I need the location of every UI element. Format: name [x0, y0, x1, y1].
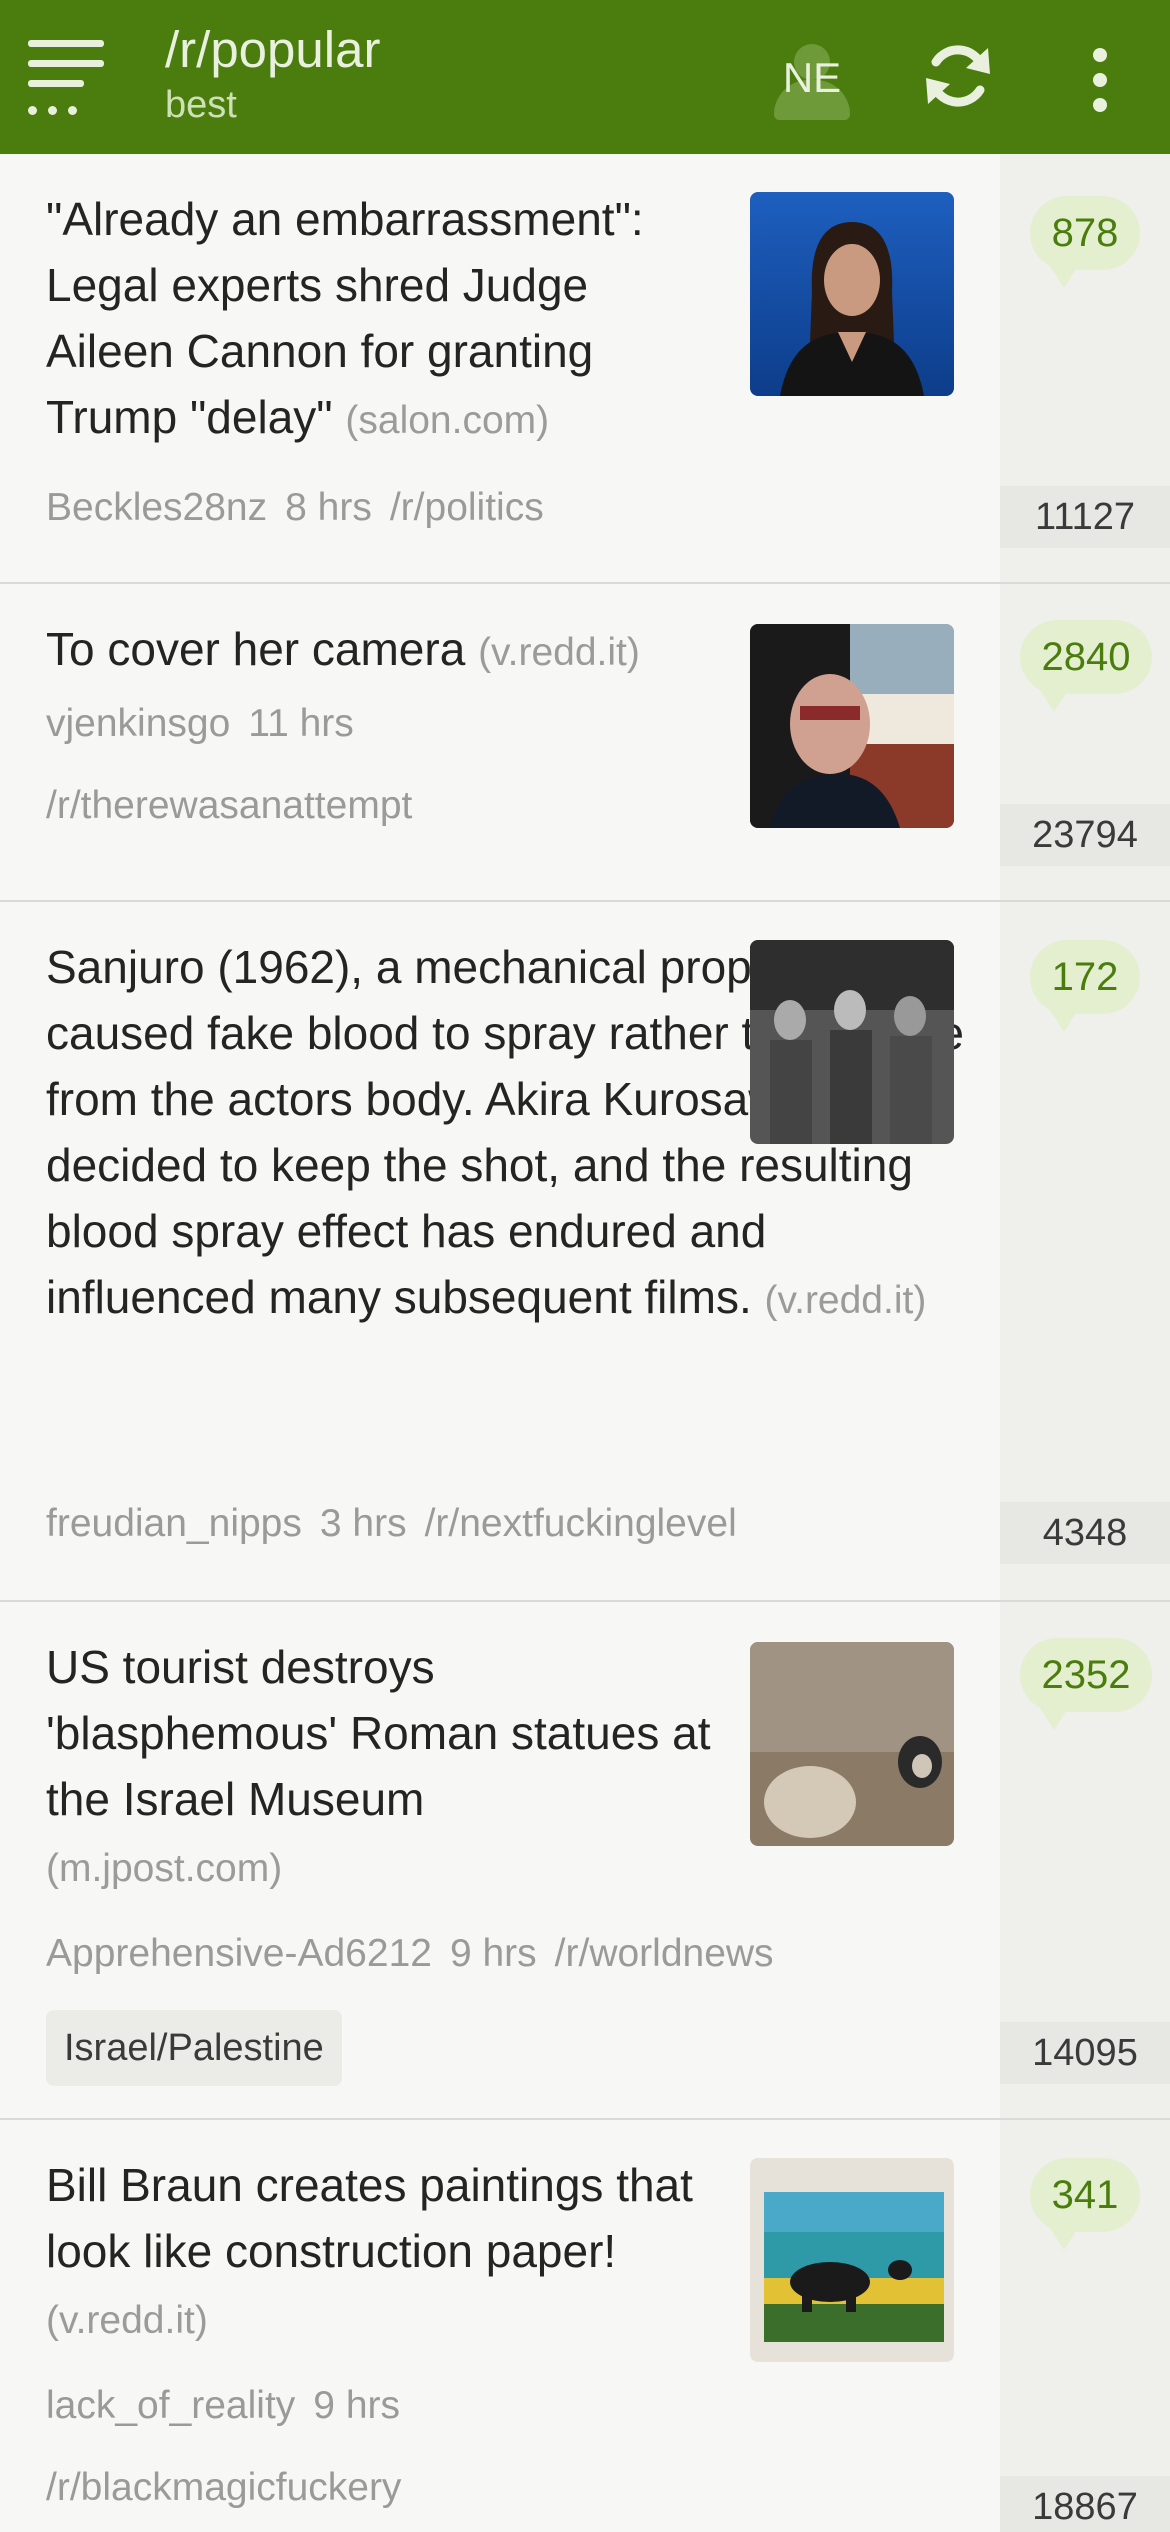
post-age: 3 hrs — [319, 1502, 407, 1545]
page-title: /r/popular — [165, 21, 381, 78]
post-subreddit[interactable]: /r/politics — [390, 486, 544, 529]
post-domain: (salon.com) — [345, 399, 550, 442]
post-title: US tourist destroys 'blasphemous' Roman … — [46, 1641, 711, 1825]
post-subreddit[interactable]: /r/therewasanattempt — [46, 784, 412, 827]
post-title: Bill Braun creates paintings that look l… — [46, 2159, 693, 2277]
post-author[interactable]: lack_of_reality — [46, 2384, 295, 2427]
post-author[interactable]: freudian_nipps — [46, 1502, 302, 1545]
post-feed: "Already an embarrassment": Legal expert… — [0, 154, 1170, 2532]
vote-score[interactable]: 14095 — [1000, 2022, 1170, 2084]
vote-score[interactable]: 4348 — [1000, 1502, 1170, 1564]
comment-count-bubble[interactable]: 878 — [1030, 196, 1140, 288]
subreddit-selector[interactable]: /r/popular best — [165, 18, 380, 128]
post-age: 9 hrs — [313, 2384, 400, 2427]
post-title-block[interactable]: US tourist destroys 'blasphemous' Roman … — [46, 1634, 726, 1902]
post-domain: (v.redd.it) — [46, 2299, 208, 2342]
post-card[interactable]: US tourist destroys 'blasphemous' Roman … — [0, 1602, 1170, 2120]
post-title-block[interactable]: "Already an embarrassment": Legal expert… — [46, 186, 706, 454]
vote-score[interactable]: 23794 — [1000, 804, 1170, 866]
post-title-block[interactable]: Bill Braun creates paintings that look l… — [46, 2152, 706, 2354]
post-subreddit[interactable]: /r/blackmagicfuckery — [46, 2466, 401, 2509]
post-thumbnail[interactable] — [750, 940, 954, 1144]
post-meta: Beckles28nz 8 hrs/r/politics — [46, 486, 562, 530]
refresh-icon[interactable] — [918, 36, 998, 116]
comment-count-bubble[interactable]: 341 — [1030, 2158, 1140, 2250]
more-vert-icon[interactable] — [1080, 40, 1120, 120]
post-age: 11 hrs — [248, 702, 354, 745]
post-thumbnail[interactable] — [750, 2158, 954, 2362]
sort-label: best — [165, 84, 237, 126]
post-card[interactable]: Bill Braun creates paintings that look l… — [0, 2120, 1170, 2532]
post-card[interactable]: Sanjuro (1962), a mechanical prop failur… — [0, 902, 1170, 1602]
post-meta: Apprehensive-Ad6212 9 hrs/r/worldnews — [46, 1932, 792, 1976]
post-title-block[interactable]: To cover her camera (v.redd.it) — [46, 616, 706, 686]
post-title: To cover her camera — [46, 623, 466, 675]
comment-count-bubble[interactable]: 2840 — [1020, 620, 1152, 712]
vote-score[interactable]: 18867 — [1000, 2476, 1170, 2532]
account-label: NE — [782, 54, 842, 101]
post-age: 8 hrs — [285, 486, 372, 529]
account-button[interactable]: NE — [760, 40, 864, 124]
post-age: 9 hrs — [449, 1932, 537, 1975]
vote-score[interactable]: 11127 — [1000, 486, 1170, 548]
post-meta-line-2: /r/therewasanattempt — [46, 784, 430, 828]
post-author[interactable]: vjenkinsgo — [46, 702, 230, 745]
post-thumbnail[interactable] — [750, 192, 954, 396]
post-subreddit[interactable]: /r/nextfuckinglevel — [425, 1502, 737, 1545]
post-meta: freudian_nipps 3 hrs/r/nextfuckinglevel — [46, 1502, 755, 1546]
app-bar: /r/popular best NE — [0, 0, 1170, 154]
post-flair: Israel/Palestine — [46, 2010, 342, 2086]
post-thumbnail[interactable] — [750, 624, 954, 828]
post-domain: (m.jpost.com) — [46, 1847, 283, 1890]
post-meta: vjenkinsgo 11 hrs — [46, 702, 372, 746]
menu-icon[interactable] — [24, 36, 112, 120]
comment-count-bubble[interactable]: 172 — [1030, 940, 1140, 1032]
post-domain: (v.redd.it) — [764, 1279, 927, 1322]
post-card[interactable]: To cover her camera (v.redd.it) vjenkins… — [0, 584, 1170, 902]
post-author[interactable]: Apprehensive-Ad6212 — [46, 1932, 432, 1975]
post-meta: lack_of_reality 9 hrs — [46, 2384, 418, 2428]
post-thumbnail[interactable] — [750, 1642, 954, 1846]
post-domain: (v.redd.it) — [478, 631, 640, 674]
post-author[interactable]: Beckles28nz — [46, 486, 267, 529]
post-card[interactable]: "Already an embarrassment": Legal expert… — [0, 154, 1170, 584]
post-meta-line-2: /r/blackmagicfuckery — [46, 2466, 419, 2510]
comment-count-bubble[interactable]: 2352 — [1020, 1638, 1152, 1730]
post-subreddit[interactable]: /r/worldnews — [555, 1932, 774, 1975]
